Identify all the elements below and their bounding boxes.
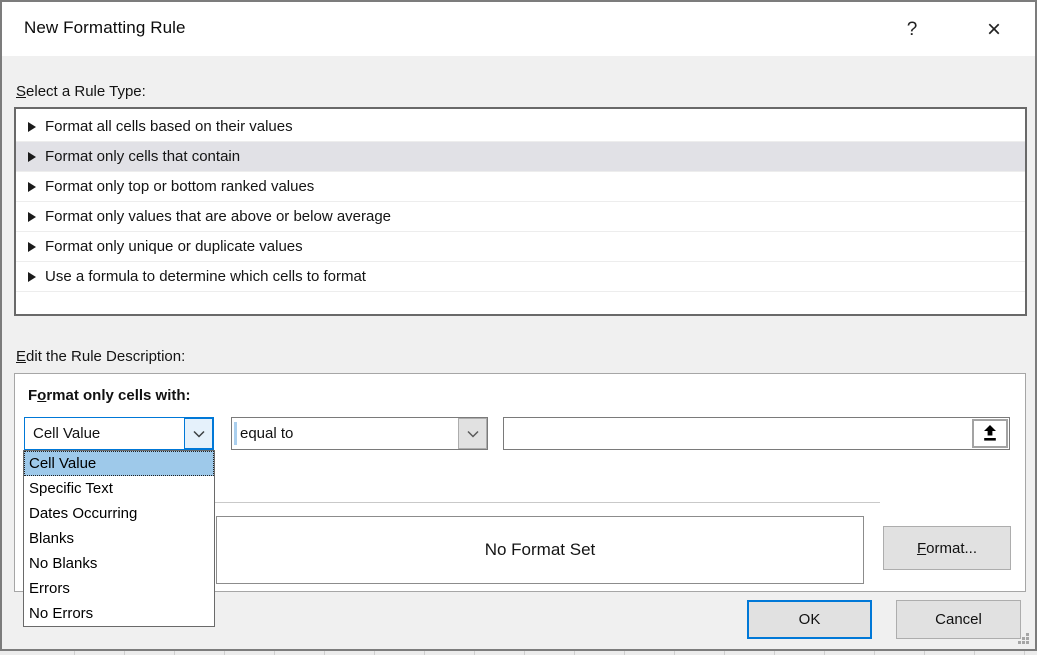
rule-type-item-label: Format all cells based on their values bbox=[45, 118, 293, 135]
text-caret bbox=[234, 422, 237, 445]
help-icon: ? bbox=[907, 19, 918, 41]
rule-bullet-icon bbox=[28, 272, 36, 282]
close-button[interactable]: × bbox=[977, 13, 1011, 47]
combobox-value: equal to bbox=[240, 418, 293, 449]
dropdown-option[interactable]: Dates Occurring bbox=[24, 501, 214, 526]
rule-bullet-icon bbox=[28, 242, 36, 252]
dropdown-option[interactable]: Blanks bbox=[24, 526, 214, 551]
chevron-down-icon bbox=[467, 430, 479, 438]
combobox-dropdown-button[interactable] bbox=[184, 418, 213, 449]
rule-type-item-label: Format only cells that contain bbox=[45, 148, 240, 165]
dropdown-option[interactable]: Specific Text bbox=[24, 476, 214, 501]
comparison-value-field bbox=[503, 417, 1010, 450]
rule-type-item[interactable]: Format only unique or duplicate values bbox=[16, 232, 1025, 262]
rule-type-item-label: Format only values that are above or bel… bbox=[45, 208, 391, 225]
rule-bullet-icon bbox=[28, 122, 36, 132]
cell-value-type-dropdown-list: Cell ValueSpecific TextDates OccurringBl… bbox=[23, 450, 215, 627]
help-button[interactable]: ? bbox=[895, 13, 929, 47]
dropdown-option[interactable]: Errors bbox=[24, 576, 214, 601]
format-button[interactable]: Format... bbox=[883, 526, 1011, 570]
format-preview-text: No Format Set bbox=[485, 540, 596, 560]
range-picker-up-arrow-icon bbox=[982, 425, 998, 442]
dialog-titlebar[interactable]: New Formatting Rule ? × bbox=[2, 2, 1035, 56]
close-icon: × bbox=[987, 16, 1001, 44]
resize-grip[interactable] bbox=[1018, 633, 1030, 645]
combobox-value: Cell Value bbox=[33, 418, 100, 449]
cell-value-type-combobox[interactable]: Cell Value bbox=[24, 417, 214, 450]
dropdown-option[interactable]: No Blanks bbox=[24, 551, 214, 576]
cancel-button[interactable]: Cancel bbox=[896, 600, 1021, 639]
rule-type-item[interactable]: Format only cells that contain bbox=[16, 142, 1025, 172]
rule-type-list[interactable]: Format all cells based on their values Fo… bbox=[14, 107, 1027, 316]
format-preview-box: No Format Set bbox=[216, 516, 864, 584]
rule-type-item-label: Format only unique or duplicate values bbox=[45, 238, 303, 255]
new-formatting-rule-dialog: New Formatting Rule ? × Select a Rule Ty… bbox=[0, 0, 1037, 651]
dropdown-option[interactable]: No Errors bbox=[24, 601, 214, 626]
select-rule-type-label: Select a Rule Type: bbox=[16, 83, 146, 100]
operator-combobox[interactable]: equal to bbox=[231, 417, 488, 450]
format-only-cells-with-label: Format only cells with: bbox=[28, 387, 191, 404]
rule-type-item[interactable]: Format only values that are above or bel… bbox=[16, 202, 1025, 232]
rule-type-item[interactable]: Format only top or bottom ranked values bbox=[16, 172, 1025, 202]
chevron-down-icon bbox=[193, 430, 205, 438]
edit-rule-description-label: Edit the Rule Description: bbox=[16, 348, 185, 365]
screen: New Formatting Rule ? × Select a Rule Ty… bbox=[0, 0, 1037, 655]
rule-type-item[interactable]: Use a formula to determine which cells t… bbox=[16, 262, 1025, 292]
ok-button[interactable]: OK bbox=[747, 600, 872, 639]
rule-type-item-label: Use a formula to determine which cells t… bbox=[45, 268, 366, 285]
rule-bullet-icon bbox=[28, 152, 36, 162]
rule-bullet-icon bbox=[28, 182, 36, 192]
comparison-value-input[interactable] bbox=[504, 418, 969, 449]
collapse-dialog-range-picker-button[interactable] bbox=[972, 419, 1008, 448]
rule-bullet-icon bbox=[28, 212, 36, 222]
rule-type-item-label: Format only top or bottom ranked values bbox=[45, 178, 314, 195]
rule-type-item[interactable]: Format all cells based on their values bbox=[16, 112, 1025, 142]
dialog-title: New Formatting Rule bbox=[24, 18, 186, 38]
dropdown-option[interactable]: Cell Value bbox=[24, 451, 214, 476]
combobox-dropdown-button[interactable] bbox=[458, 418, 487, 449]
